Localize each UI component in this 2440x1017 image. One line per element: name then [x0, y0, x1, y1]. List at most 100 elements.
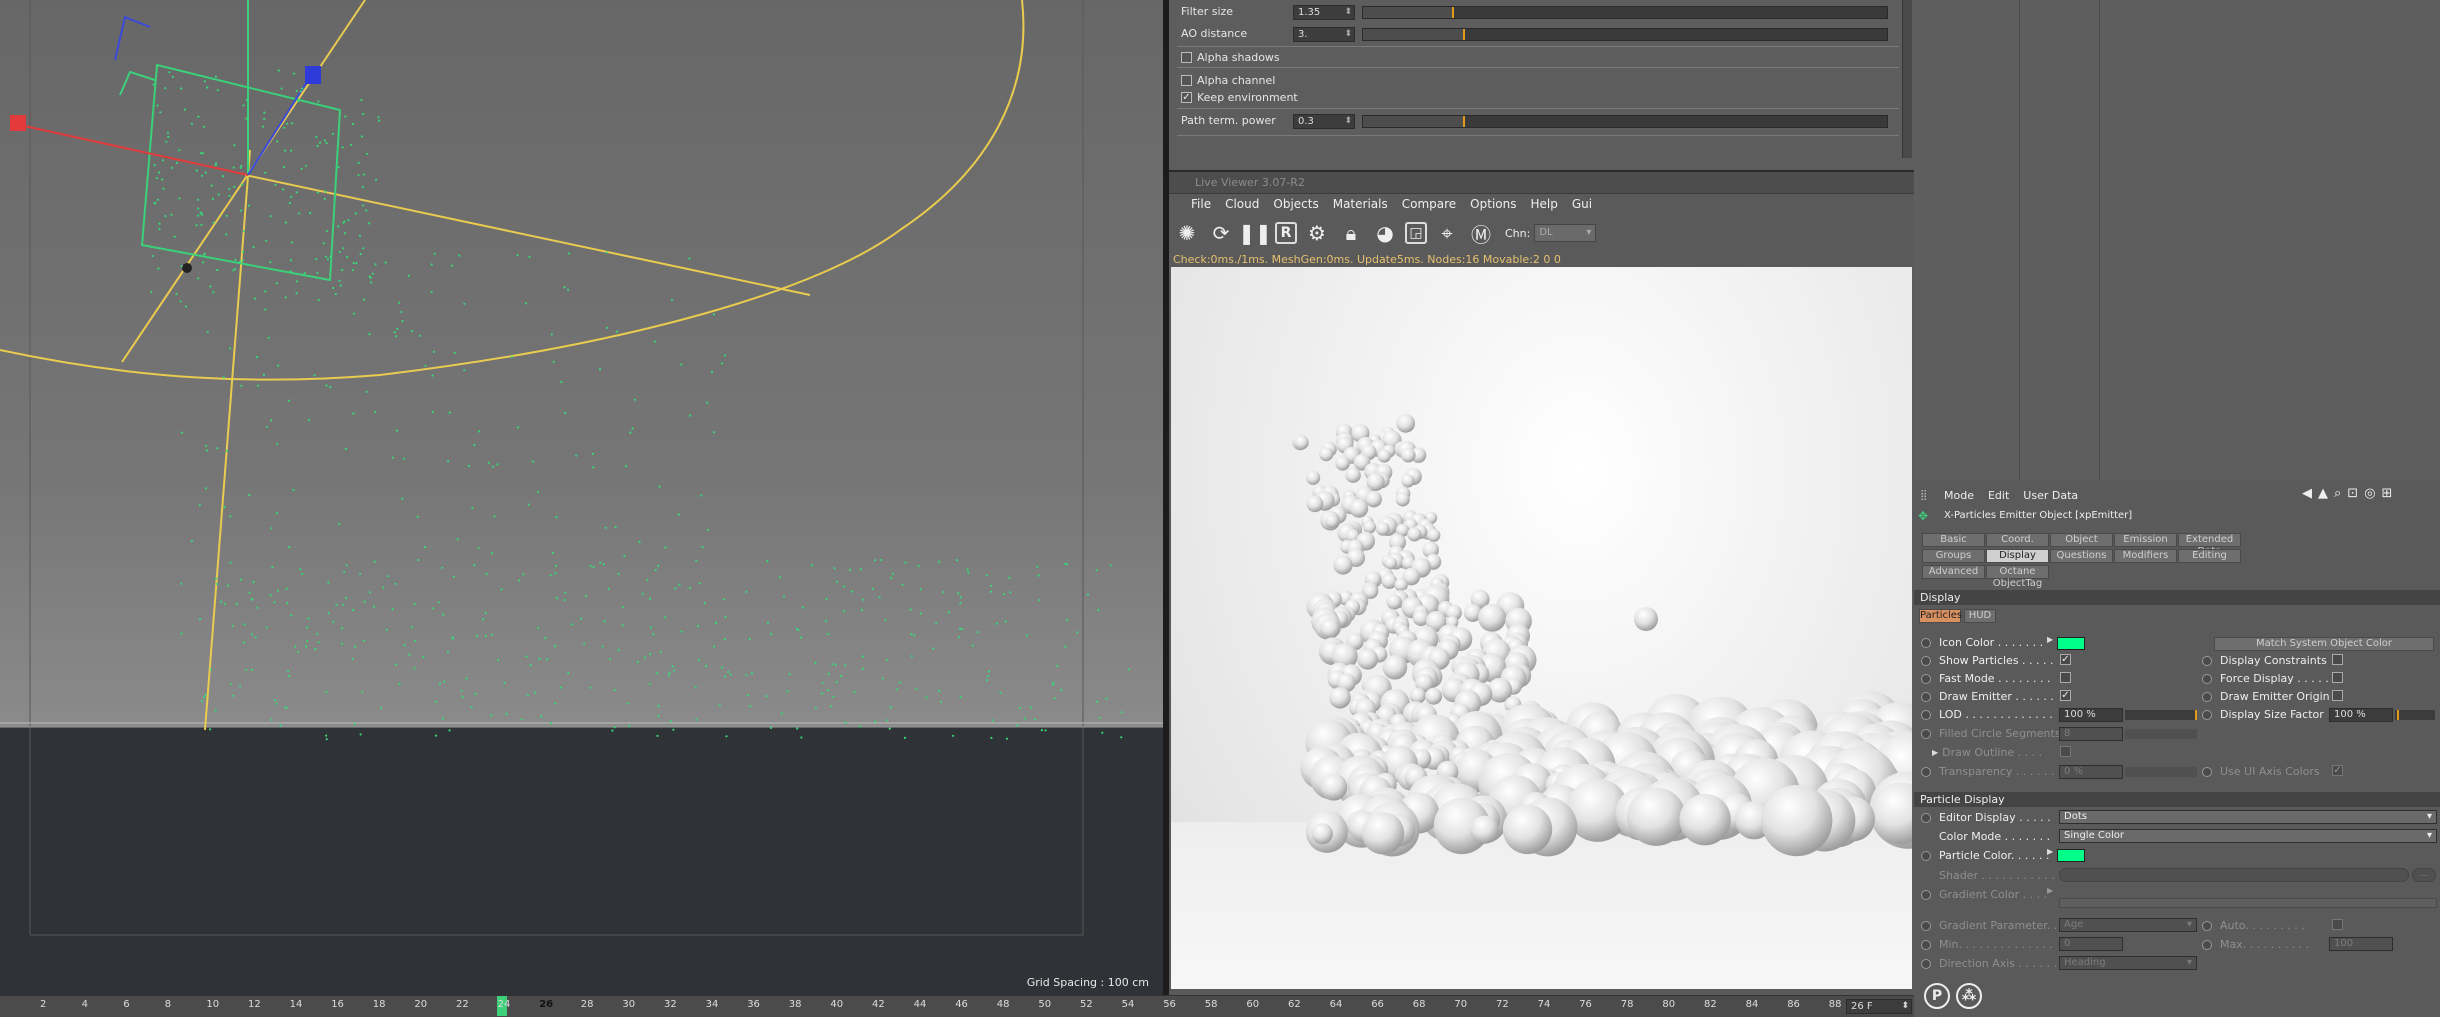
display-size-field[interactable]: 100 %: [2329, 708, 2393, 722]
menu-compare[interactable]: Compare: [1402, 197, 1456, 211]
animate-radio[interactable]: [1921, 889, 1931, 900]
menu-file[interactable]: File: [1191, 197, 1211, 211]
tab-basic[interactable]: Basic: [1922, 533, 1985, 547]
keep-environment-row[interactable]: ✓ Keep environment: [1181, 91, 1298, 104]
animate-radio[interactable]: [2202, 939, 2212, 950]
new-panel-icon[interactable]: ⊞: [2382, 486, 2393, 501]
menu-materials[interactable]: Materials: [1333, 197, 1388, 211]
menu-options[interactable]: Options: [1470, 197, 1516, 211]
editor-display-dropdown[interactable]: Dots ▾: [2059, 810, 2437, 824]
fast-mode-checkbox[interactable]: [2060, 672, 2071, 683]
min-field[interactable]: 0: [2059, 937, 2123, 951]
animate-radio[interactable]: [1921, 655, 1931, 666]
filter-size-field[interactable]: 1.35: [1293, 5, 1355, 20]
animate-radio[interactable]: [1921, 958, 1931, 969]
color-mode-dropdown[interactable]: Single Color ▾: [2059, 829, 2437, 843]
python-icon[interactable]: P: [1924, 983, 1950, 1009]
tab-extended-data[interactable]: Extended Data: [2178, 533, 2241, 557]
target-icon[interactable]: ◎: [2364, 486, 2375, 501]
tab-editing[interactable]: Editing: [2178, 549, 2241, 563]
tab-octane-objecttag[interactable]: Octane ObjectTag: [1986, 565, 2049, 589]
max-field[interactable]: 100: [2329, 937, 2393, 951]
gradient-parameter-dropdown[interactable]: Age ▾: [2059, 918, 2197, 932]
tab-questions[interactable]: Questions: [2050, 549, 2113, 563]
search-icon[interactable]: ⌕: [2334, 486, 2341, 501]
animate-radio[interactable]: [2202, 655, 2212, 666]
show-particles-checkbox[interactable]: ✓: [2060, 654, 2071, 665]
animate-radio[interactable]: [1921, 691, 1931, 702]
draw-emitter-checkbox[interactable]: ✓: [2060, 690, 2071, 701]
keep-environment-checkbox[interactable]: ✓: [1181, 92, 1192, 103]
ao-distance-slider[interactable]: [1362, 28, 1888, 41]
tab-object[interactable]: Object: [2050, 533, 2113, 547]
menu-help[interactable]: Help: [1530, 197, 1557, 211]
timeline[interactable]: 2 4 6 8 10 12 14 16 18 20 22 24 26 28 30 32 34 36 38 40 42 44…: [0, 995, 1914, 1017]
animate-radio[interactable]: [2202, 673, 2212, 684]
material-ball-icon[interactable]: ◕: [1371, 219, 1399, 247]
tab-groups[interactable]: Groups: [1922, 549, 1985, 563]
ao-distance-field[interactable]: 3.: [1293, 27, 1355, 42]
lock-icon[interactable]: 🔒︎: [1337, 219, 1365, 247]
shader-field[interactable]: [2059, 868, 2409, 882]
filled-circle-field[interactable]: 8: [2059, 727, 2123, 741]
auto-checkbox[interactable]: [2332, 919, 2343, 930]
filled-circle-slider[interactable]: [2125, 729, 2197, 739]
expand-arrow-icon[interactable]: ▶: [2047, 886, 2053, 895]
menu-objects[interactable]: Objects: [1273, 197, 1318, 211]
tab-emission[interactable]: Emission: [2114, 533, 2177, 547]
animate-radio[interactable]: [1921, 939, 1931, 950]
restart-icon[interactable]: ⟳: [1207, 219, 1235, 247]
transparency-field[interactable]: 0 %: [2059, 765, 2123, 779]
animate-radio[interactable]: [1921, 812, 1931, 823]
force-display-checkbox[interactable]: [2332, 672, 2343, 683]
draw-outline-checkbox[interactable]: [2060, 746, 2071, 757]
tab-advanced[interactable]: Advanced: [1922, 565, 1985, 579]
xp-logo-icon[interactable]: ⁂: [1956, 983, 1982, 1009]
expand-arrow-icon[interactable]: ▶: [2047, 635, 2053, 644]
shader-more-button[interactable]: ...: [2412, 868, 2436, 882]
animate-radio[interactable]: [1921, 920, 1931, 931]
settings-gear-icon[interactable]: ⚙: [1303, 219, 1331, 247]
use-ui-axis-checkbox[interactable]: ✓: [2332, 765, 2343, 776]
menu-gui[interactable]: Gui: [1572, 197, 1592, 211]
alpha-channel-checkbox[interactable]: [1181, 75, 1192, 86]
lod-slider[interactable]: [2125, 710, 2197, 720]
animate-radio[interactable]: [1921, 766, 1931, 777]
expand-arrow-icon[interactable]: ▶: [1932, 748, 1938, 757]
menu-mode[interactable]: Mode: [1944, 489, 1974, 502]
alpha-shadows-row[interactable]: Alpha shadows: [1181, 51, 1280, 64]
transparency-slider[interactable]: [2125, 767, 2197, 777]
region-render-icon[interactable]: R: [1275, 222, 1297, 244]
animate-radio[interactable]: [1921, 673, 1931, 684]
subtab-particles[interactable]: Particles: [1919, 609, 1962, 623]
send-scene-icon[interactable]: ✺: [1173, 219, 1201, 247]
particle-color-swatch[interactable]: [2057, 849, 2085, 862]
icon-color-swatch[interactable]: [2057, 637, 2085, 650]
animate-radio[interactable]: [2202, 709, 2212, 720]
pick-material-icon[interactable]: Ⓜ: [1467, 219, 1495, 247]
channel-dropdown[interactable]: DL ▾: [1534, 224, 1597, 242]
menu-user-data[interactable]: User Data: [2023, 489, 2078, 502]
animate-radio[interactable]: [2202, 920, 2212, 931]
expand-arrow-icon[interactable]: ▶: [2047, 847, 2053, 856]
animate-radio[interactable]: [1921, 637, 1931, 648]
menu-cloud[interactable]: Cloud: [1225, 197, 1259, 211]
menu-edit[interactable]: Edit: [1988, 489, 2009, 502]
3d-viewport[interactable]: Grid Spacing : 100 cm: [0, 0, 1163, 995]
alpha-shadows-checkbox[interactable]: [1181, 52, 1192, 63]
alpha-channel-row[interactable]: Alpha channel: [1181, 74, 1275, 87]
draw-emitter-origin-checkbox[interactable]: [2332, 690, 2343, 701]
display-size-slider[interactable]: [2395, 710, 2435, 720]
direction-axis-dropdown[interactable]: Heading ▾: [2059, 956, 2197, 970]
arrow-up-icon[interactable]: ▲: [2318, 486, 2328, 501]
animate-radio[interactable]: [1921, 709, 1931, 720]
display-constraints-checkbox[interactable]: [2332, 654, 2343, 665]
pick-focus-icon[interactable]: ⌖: [1433, 219, 1461, 247]
gradient-bar[interactable]: [2059, 898, 2437, 908]
tab-coord[interactable]: Coord.: [1986, 533, 2049, 547]
pause-icon[interactable]: ❚❚: [1238, 219, 1272, 247]
lock-icon[interactable]: ⊡: [2347, 486, 2358, 501]
viewport-icon[interactable]: ◲: [1405, 222, 1427, 244]
tab-display[interactable]: Display: [1986, 549, 2049, 563]
render-view[interactable]: [1171, 267, 1912, 989]
